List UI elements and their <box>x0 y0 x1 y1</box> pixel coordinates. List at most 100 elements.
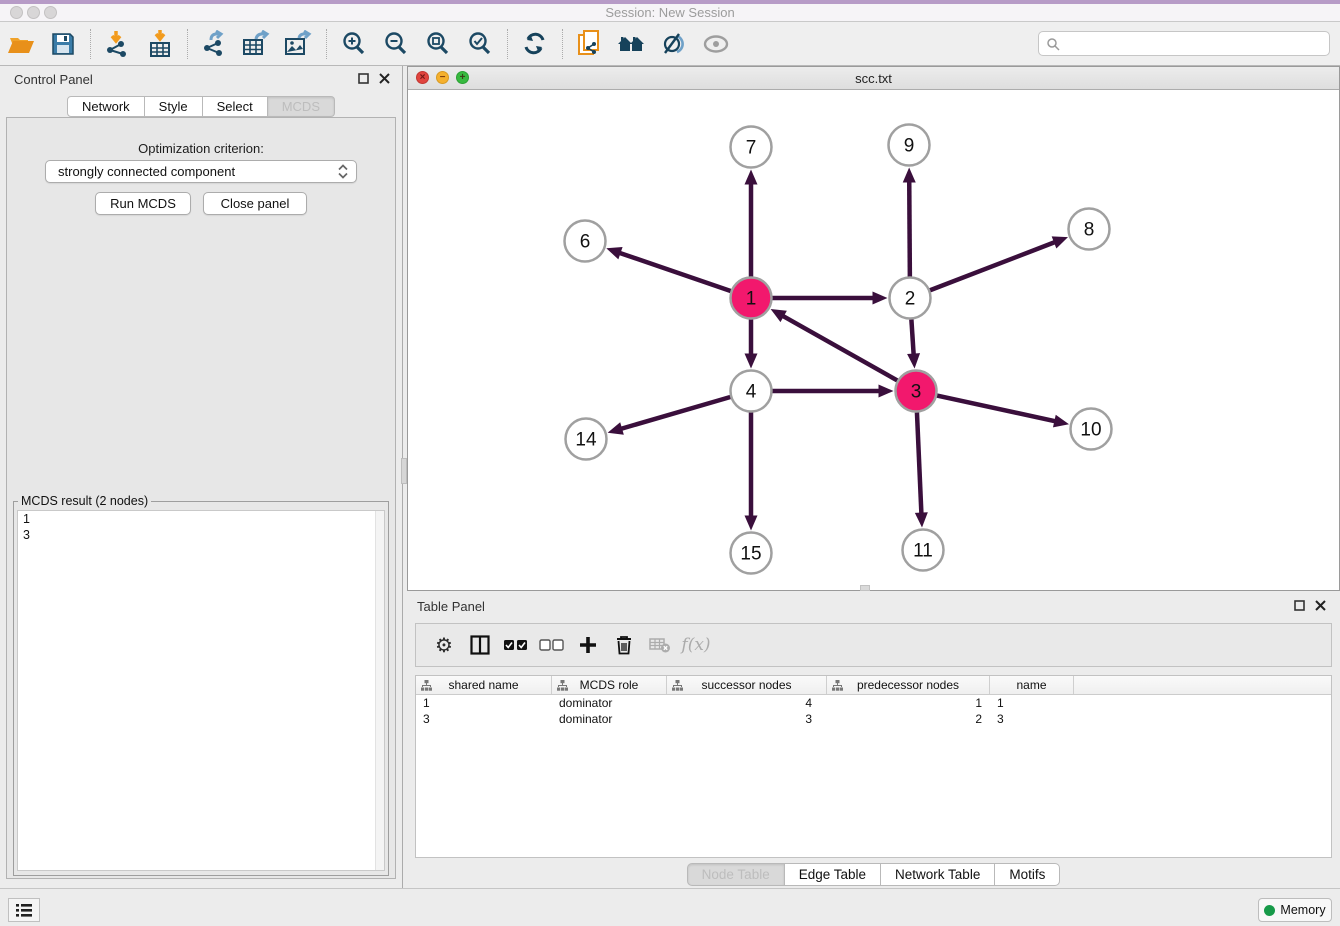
toolbar-separator <box>326 29 327 59</box>
close-panel-icon[interactable] <box>379 73 390 84</box>
function-builder-icon[interactable]: f(x) <box>678 628 714 662</box>
graph-edge-arrowhead <box>745 516 758 531</box>
home-networks-icon[interactable] <box>615 27 649 61</box>
result-scrollbar[interactable] <box>375 511 384 870</box>
graph-node-3[interactable]: 3 <box>896 371 937 412</box>
float-panel-icon[interactable] <box>358 73 369 84</box>
table-row[interactable]: 1 dominator 4 1 1 <box>416 695 1331 711</box>
close-table-panel-icon[interactable] <box>1315 600 1326 611</box>
tab-mcds[interactable]: MCDS <box>268 96 335 117</box>
import-table-icon[interactable] <box>143 27 177 61</box>
run-mcds-button[interactable]: Run MCDS <box>95 192 191 215</box>
titlebar-accent-strip <box>0 0 1340 4</box>
graph-edge-arrowhead <box>903 167 916 182</box>
new-network-from-selection-icon[interactable] <box>573 27 607 61</box>
graph-node-8[interactable]: 8 <box>1069 209 1110 250</box>
network-window-titlebar[interactable]: × − + scc.txt <box>408 67 1339 90</box>
cell-name[interactable]: 3 <box>990 711 1074 727</box>
zoom-out-icon[interactable] <box>379 27 413 61</box>
export-image-icon[interactable] <box>282 27 316 61</box>
mcds-result-title: MCDS result (2 nodes) <box>18 494 151 508</box>
graph-node-10[interactable]: 10 <box>1071 409 1112 450</box>
graph-node-label: 9 <box>904 136 915 157</box>
eye-icon[interactable] <box>699 27 733 61</box>
graph-node-1[interactable]: 1 <box>731 278 772 319</box>
graph-node-14[interactable]: 14 <box>566 419 607 460</box>
graph-node-11[interactable]: 11 <box>903 530 944 571</box>
toolbar-separator <box>507 29 508 59</box>
tab-network[interactable]: Network <box>67 96 145 117</box>
graph-node-7[interactable]: 7 <box>731 127 772 168</box>
open-folder-icon[interactable] <box>4 27 38 61</box>
graph-edge-2-9[interactable] <box>909 179 910 276</box>
delete-column-icon[interactable] <box>606 628 642 662</box>
graph-edge-3-11[interactable] <box>917 412 922 515</box>
graph-node-2[interactable]: 2 <box>890 278 931 319</box>
zoom-in-icon[interactable] <box>337 27 371 61</box>
table-header-row: shared name MCDS role successor nodes pr… <box>416 676 1331 695</box>
float-table-panel-icon[interactable] <box>1294 600 1305 611</box>
graph-node-9[interactable]: 9 <box>889 125 930 166</box>
node-table: shared name MCDS role successor nodes pr… <box>415 675 1332 858</box>
import-network-icon[interactable] <box>101 27 135 61</box>
cell-mcds-role[interactable]: dominator <box>552 711 667 727</box>
graph-node-label: 2 <box>905 289 916 310</box>
hide-graphics-details-icon[interactable] <box>657 27 691 61</box>
select-all-columns-icon[interactable] <box>498 628 534 662</box>
cell-shared-name[interactable]: 3 <box>416 711 552 727</box>
graph-edge-1-6[interactable] <box>618 252 731 291</box>
tab-motifs[interactable]: Motifs <box>995 863 1060 886</box>
zoom-selected-icon[interactable] <box>463 27 497 61</box>
tab-network-table[interactable]: Network Table <box>881 863 995 886</box>
graph-node-label: 8 <box>1084 220 1095 241</box>
cell-successor-nodes[interactable]: 3 <box>667 711 827 727</box>
column-header-shared-name[interactable]: shared name <box>416 676 552 694</box>
cell-predecessor-nodes[interactable]: 1 <box>827 695 990 711</box>
column-type-icon <box>557 680 568 691</box>
refresh-icon[interactable] <box>518 27 552 61</box>
cell-predecessor-nodes[interactable]: 2 <box>827 711 990 727</box>
zoom-fit-icon[interactable] <box>421 27 455 61</box>
graph-node-6[interactable]: 6 <box>565 221 606 262</box>
column-header-mcds-role[interactable]: MCDS role <box>552 676 667 694</box>
table-row[interactable]: 3 dominator 3 2 3 <box>416 711 1331 727</box>
add-column-icon[interactable] <box>570 628 606 662</box>
tab-select[interactable]: Select <box>203 96 268 117</box>
column-header-successor-nodes[interactable]: successor nodes <box>667 676 827 694</box>
column-header-name[interactable]: name <box>990 676 1074 694</box>
graph-edge-arrowhead <box>745 354 758 369</box>
dropdown-spinner-icon <box>338 164 348 179</box>
export-network-icon[interactable] <box>198 27 232 61</box>
task-list-button[interactable] <box>8 898 40 922</box>
graph-edge-4-14[interactable] <box>619 397 730 429</box>
mcds-result-list[interactable]: 1 3 <box>17 510 385 871</box>
tab-edge-table[interactable]: Edge Table <box>785 863 881 886</box>
memory-button[interactable]: Memory <box>1258 898 1332 922</box>
graph-node-15[interactable]: 15 <box>731 533 772 574</box>
graph-node-label: 4 <box>746 382 757 403</box>
network-canvas[interactable]: 1 2 3 4 6 7 8 9 10 11 14 15 <box>408 90 1339 590</box>
tab-style[interactable]: Style <box>145 96 203 117</box>
graph-node-4[interactable]: 4 <box>731 371 772 412</box>
deselect-all-columns-icon[interactable] <box>534 628 570 662</box>
graph-edge-3-10[interactable] <box>937 396 1057 422</box>
criterion-dropdown[interactable]: strongly connected component <box>45 160 357 183</box>
search-input[interactable] <box>1064 34 1329 54</box>
column-layout-icon[interactable] <box>462 628 498 662</box>
search-box[interactable] <box>1038 31 1330 56</box>
cell-mcds-role[interactable]: dominator <box>552 695 667 711</box>
export-table-icon[interactable] <box>240 27 274 61</box>
graph-edge-arrowhead <box>606 247 622 259</box>
tab-node-table[interactable]: Node Table <box>687 863 785 886</box>
save-icon[interactable] <box>46 27 80 61</box>
cell-successor-nodes[interactable]: 4 <box>667 695 827 711</box>
graph-edge-3-1[interactable] <box>781 315 897 381</box>
close-panel-button[interactable]: Close panel <box>203 192 307 215</box>
delete-table-icon[interactable] <box>642 628 678 662</box>
graph-edge-2-3[interactable] <box>911 319 913 356</box>
column-header-predecessor-nodes[interactable]: predecessor nodes <box>827 676 990 694</box>
cell-name[interactable]: 1 <box>990 695 1074 711</box>
cell-shared-name[interactable]: 1 <box>416 695 552 711</box>
graph-edge-2-8[interactable] <box>930 241 1057 290</box>
table-settings-gear-icon[interactable]: ⚙ <box>426 628 462 662</box>
